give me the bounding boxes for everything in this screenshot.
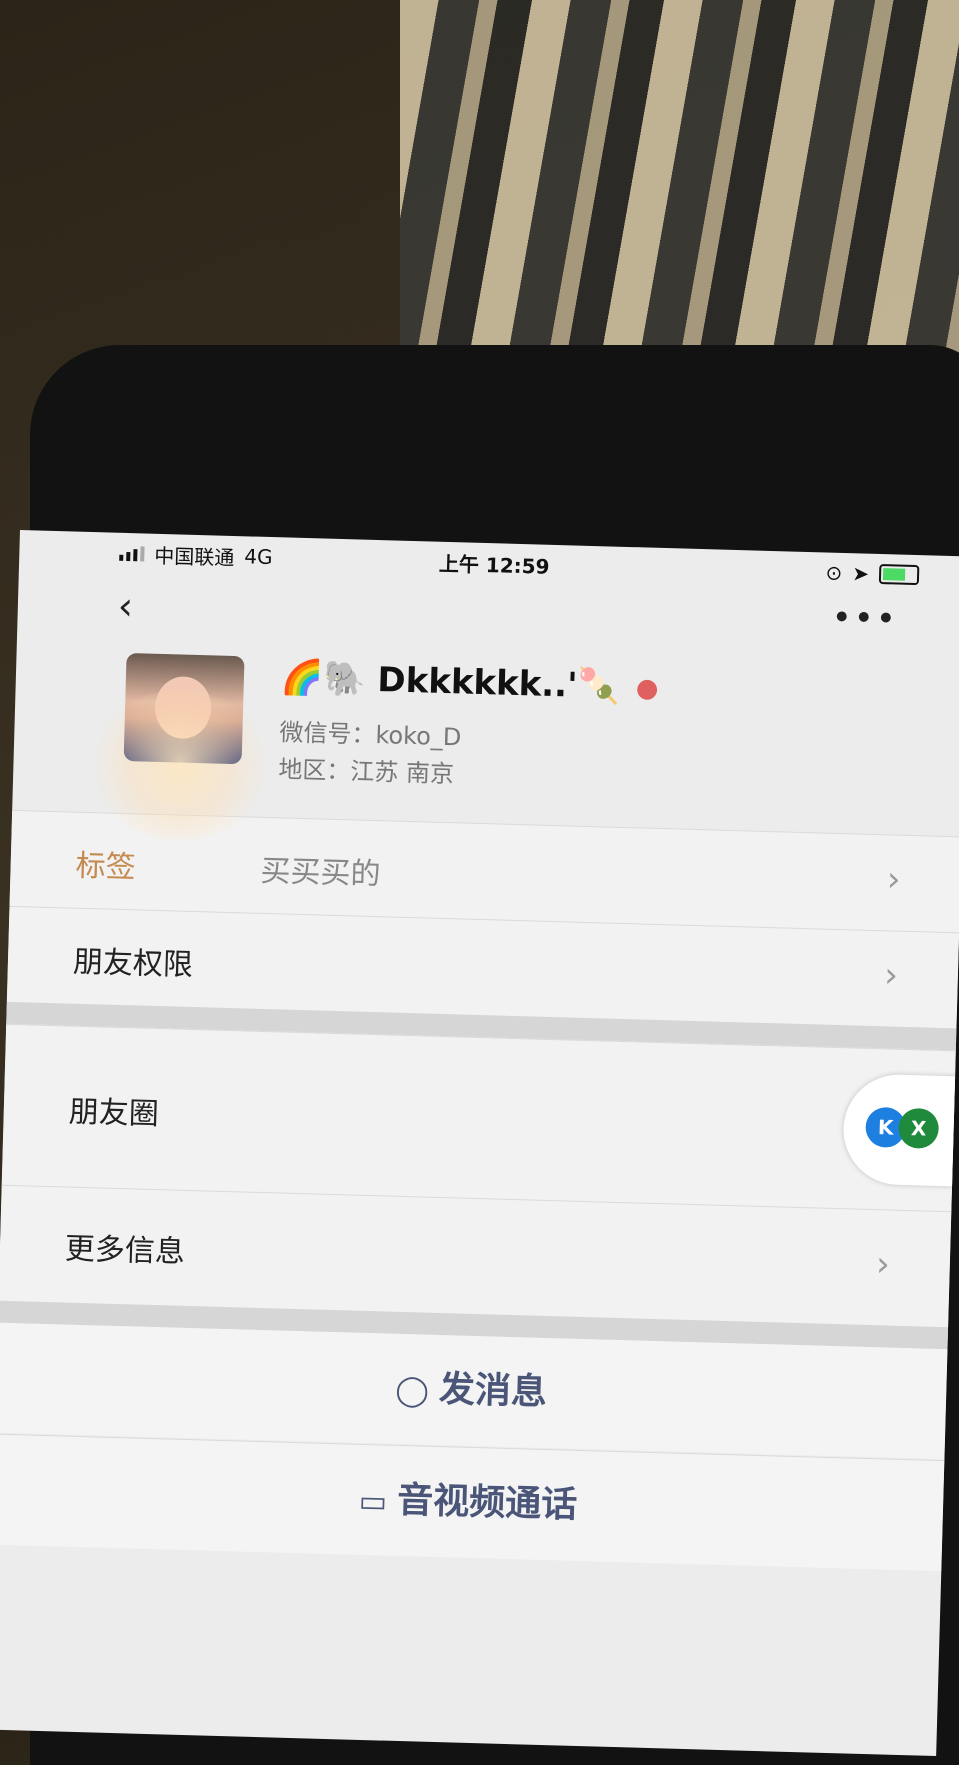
more-info-label: 更多信息: [64, 1231, 186, 1270]
chevron-left-icon[interactable]: ‹: [117, 584, 133, 628]
tags-value: 买买买的: [260, 853, 382, 893]
chevron-right-icon: ›: [883, 955, 899, 996]
video-camera-icon: ▭: [358, 1483, 388, 1520]
chevron-right-icon: ›: [875, 1244, 891, 1285]
location-icon: ➤: [852, 561, 870, 586]
wechat-id: 微信号：koko_D: [279, 718, 462, 752]
moments-label: 朋友圈: [68, 1094, 160, 1133]
person-icon: ●: [635, 673, 659, 704]
orientation-lock-icon: ⊙: [825, 560, 843, 585]
status-right: ⊙ ➤: [825, 560, 920, 588]
moments-row[interactable]: 朋友圈: [1, 1023, 956, 1212]
tags-label: 标签: [75, 848, 137, 886]
app-icon-x: X: [898, 1107, 940, 1149]
video-call-label: 音视频通话: [396, 1479, 578, 1526]
region: 地区：江苏 南京: [278, 755, 455, 789]
more-horizontal-icon[interactable]: •••: [831, 598, 898, 640]
background-fabric: [400, 0, 959, 360]
permissions-label: 朋友权限: [72, 944, 194, 983]
light-glare: [90, 690, 270, 840]
chat-bubble-icon: ◯: [394, 1372, 430, 1409]
chevron-right-icon: ›: [886, 859, 902, 900]
battery-icon: [878, 564, 920, 586]
nickname: 🌈🐘 Dkkkkkk..'🍡: [280, 657, 621, 707]
send-message-label: 发消息: [438, 1369, 548, 1414]
